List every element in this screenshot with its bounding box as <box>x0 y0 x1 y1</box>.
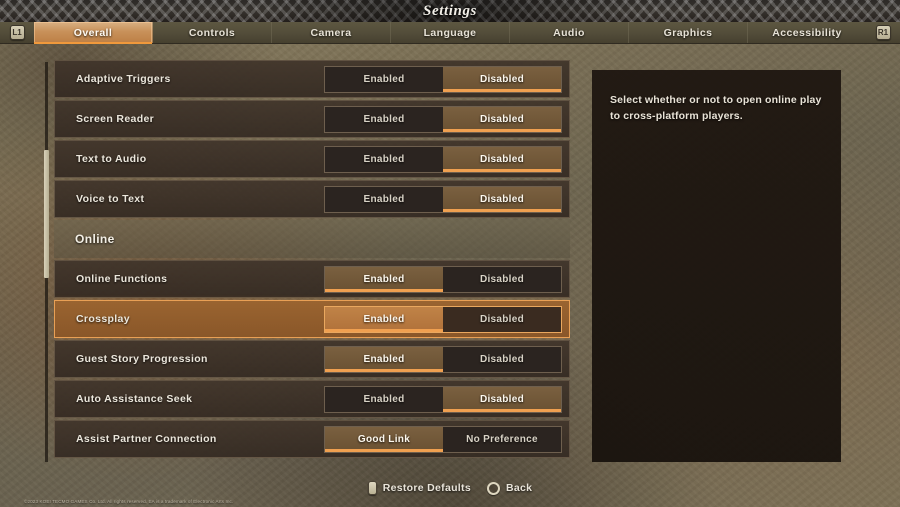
tab-language[interactable]: Language <box>391 22 510 43</box>
tab-audio[interactable]: Audio <box>510 22 629 43</box>
setting-label: Crossplay <box>76 313 130 325</box>
setting-label: Online Functions <box>76 273 168 285</box>
setting-label: Voice to Text <box>76 193 145 205</box>
tab-graphics[interactable]: Graphics <box>629 22 748 43</box>
description-text: Select whether or not to open online pla… <box>610 94 822 123</box>
setting-row[interactable]: Auto Assistance Seek Enabled Disabled <box>54 380 570 418</box>
toggle-option[interactable]: Disabled <box>443 66 561 92</box>
r1-button-icon: R1 <box>875 25 891 40</box>
setting-label: Assist Partner Connection <box>76 433 217 445</box>
l1-button-icon: L1 <box>9 25 25 40</box>
toggle-option[interactable]: Disabled <box>443 266 561 292</box>
screen-header: Settings <box>0 0 900 22</box>
tab-overall[interactable]: Overall <box>34 22 153 44</box>
right-shoulder-hint[interactable]: R1 <box>866 22 900 43</box>
toggle-option[interactable]: Enabled <box>325 346 443 372</box>
toggle-option[interactable]: Enabled <box>325 106 443 132</box>
toggle-option[interactable]: Disabled <box>443 146 561 172</box>
setting-toggle: Enabled Disabled <box>324 145 562 173</box>
description-panel: Select whether or not to open online pla… <box>592 70 841 462</box>
toggle-option[interactable]: Enabled <box>325 186 443 212</box>
toggle-option[interactable]: Disabled <box>443 186 561 212</box>
tab-controls[interactable]: Controls <box>153 22 272 43</box>
toggle-option[interactable]: Enabled <box>325 66 443 92</box>
setting-toggle: Enabled Disabled <box>324 65 562 93</box>
setting-toggle: Enabled Disabled <box>324 105 562 133</box>
setting-toggle: Enabled Disabled <box>324 305 562 333</box>
setting-row[interactable]: Guest Story Progression Enabled Disabled <box>54 340 570 378</box>
section-label: Online <box>75 232 115 246</box>
settings-list: Adaptive Triggers Enabled Disabled Screen R… <box>54 60 570 464</box>
setting-toggle: Enabled Disabled <box>324 265 562 293</box>
setting-label: Adaptive Triggers <box>76 73 171 85</box>
setting-row[interactable]: Crossplay Enabled Disabled <box>54 300 570 338</box>
setting-label: Text to Audio <box>76 153 147 165</box>
footer-hints: Restore Defaults Back <box>0 481 900 495</box>
toggle-option[interactable]: Enabled <box>325 266 443 292</box>
setting-row[interactable]: Adaptive Triggers Enabled Disabled <box>54 60 570 98</box>
tab-list: Overall Controls Camera Language Audio Graphi… <box>34 22 866 44</box>
section-header: Online <box>54 220 570 258</box>
setting-toggle: Enabled Disabled <box>324 385 562 413</box>
left-shoulder-hint[interactable]: L1 <box>0 22 34 43</box>
toggle-option[interactable]: Disabled <box>443 346 561 372</box>
toggle-option[interactable]: Good Link <box>325 426 443 452</box>
setting-label: Auto Assistance Seek <box>76 393 193 405</box>
setting-row[interactable]: Voice to Text Enabled Disabled <box>54 180 570 218</box>
setting-row[interactable]: Online Functions Enabled Disabled <box>54 260 570 298</box>
setting-label: Screen Reader <box>76 113 155 125</box>
footer-hint[interactable]: Back <box>486 481 533 495</box>
toggle-option[interactable]: Enabled <box>325 146 443 172</box>
setting-row[interactable]: Screen Reader Enabled Disabled <box>54 100 570 138</box>
setting-toggle: Enabled Disabled <box>324 185 562 213</box>
toggle-option[interactable]: Enabled <box>325 306 443 332</box>
touchpad-button-icon <box>367 481 377 495</box>
setting-toggle: Good Link No Preference <box>324 425 562 453</box>
setting-row[interactable]: Assist Partner Connection Good Link No Pre… <box>54 420 570 458</box>
list-scrollbar-thumb[interactable] <box>44 150 49 278</box>
tab-accessibility[interactable]: Accessibility <box>748 22 866 43</box>
setting-toggle: Enabled Disabled <box>324 345 562 373</box>
toggle-option[interactable]: Enabled <box>325 386 443 412</box>
footer-hint-label: Back <box>505 482 533 494</box>
footer-hint[interactable]: Restore Defaults <box>367 481 471 495</box>
toggle-option[interactable]: No Preference <box>443 426 561 452</box>
tab-camera[interactable]: Camera <box>272 22 391 43</box>
copyright-notice: ©2023 KOEI TECMO GAMES Co. Ltd. All righ… <box>24 499 234 504</box>
page-title: Settings <box>423 3 477 19</box>
footer-hint-label: Restore Defaults <box>382 482 471 494</box>
setting-label: Guest Story Progression <box>76 353 208 365</box>
circle-button-icon <box>486 481 500 495</box>
toggle-option[interactable]: Disabled <box>443 106 561 132</box>
setting-row[interactable]: Text to Audio Enabled Disabled <box>54 140 570 178</box>
tab-bar: L1 Overall Controls Camera Language Audio Gra… <box>0 22 900 44</box>
toggle-option[interactable]: Disabled <box>443 306 561 332</box>
toggle-option[interactable]: Disabled <box>443 386 561 412</box>
